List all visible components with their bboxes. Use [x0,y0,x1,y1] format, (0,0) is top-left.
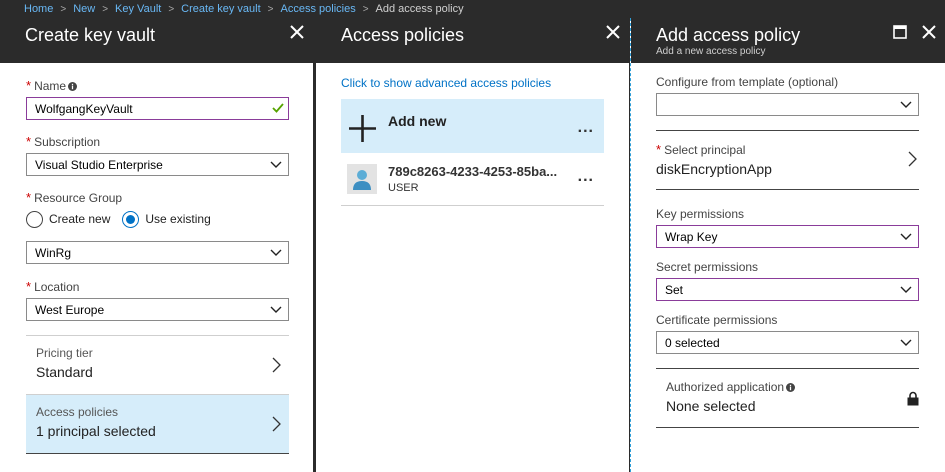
breadcrumb-separator: > [102,3,109,15]
chevron-right-icon [908,151,917,167]
subscription-value: Visual Studio Enterprise [35,158,163,172]
key-permissions-dropdown[interactable]: Wrap Key [656,225,919,248]
template-label: Configure from template (optional) [656,75,839,89]
authorized-application-item: Authorized application None selected [656,369,919,428]
required-asterisk: * [656,142,662,157]
breadcrumb-separator: > [267,3,274,15]
create-new-label[interactable]: Create new [49,212,110,226]
close-icon[interactable] [605,24,621,40]
select-principal-item[interactable]: * Select principal diskEncryptionApp [656,131,919,190]
plus-icon [349,114,376,142]
pricing-tier-item[interactable]: Pricing tier Standard [26,335,289,394]
resource-group-label: * Resource Group [26,190,123,205]
blade-header: Create key vault [0,18,313,63]
access-policies-item[interactable]: Access policies 1 principal selected [26,394,289,453]
required-asterisk: * [26,78,32,93]
chevron-down-icon [270,306,282,313]
breadcrumb-add-access-policy: Add access policy [375,3,464,15]
chevron-down-icon [270,249,282,256]
info-icon[interactable] [786,383,796,392]
policy-type: USER [388,182,419,194]
checkmark-icon [272,103,284,113]
create-new-radio[interactable] [26,210,43,228]
lock-icon [907,391,919,406]
chevron-down-icon [900,339,912,346]
pricing-tier-value: Standard [36,364,93,380]
key-permissions-value: Wrap Key [665,230,718,244]
chevron-down-icon [900,101,912,108]
name-input-value: WolfgangKeyVault [35,102,133,116]
add-access-policy-blade: Add access policy Add a new access polic… [630,18,945,472]
close-icon[interactable] [289,24,305,40]
breadcrumb-key-vault[interactable]: Key Vault [115,3,161,15]
resource-group-value: WinRg [35,246,72,260]
breadcrumb-separator: > [362,3,369,15]
name-label: * Name [26,78,289,93]
access-policies-blade: Access policies Click to show advanced a… [316,18,629,472]
chevron-down-icon [270,161,282,168]
required-asterisk: * [26,279,32,294]
blade-header: Access policies [316,18,629,63]
breadcrumb-separator: > [168,3,175,15]
template-dropdown[interactable] [656,93,919,116]
breadcrumb-access-policies[interactable]: Access policies [281,3,356,15]
maximize-icon[interactable] [893,25,907,39]
blade-subtitle: Add a new access policy [656,46,766,57]
secret-permissions-value: Set [665,283,684,297]
chevron-down-icon [900,286,912,293]
certificate-permissions-value: 0 selected [665,336,720,350]
show-advanced-policies-link[interactable]: Click to show advanced access policies [341,76,604,90]
breadcrumb-home[interactable]: Home [24,3,53,15]
more-options-icon[interactable]: ... [578,169,594,185]
certificate-permissions-label: Certificate permissions [656,313,778,327]
location-dropdown[interactable]: West Europe [26,298,289,321]
divider [26,453,289,454]
chevron-right-icon [272,416,281,432]
resource-group-dropdown[interactable]: WinRg [26,241,289,264]
subscription-dropdown[interactable]: Visual Studio Enterprise [26,153,289,176]
blade-header: Add access policy Add a new access polic… [631,18,945,63]
use-existing-label[interactable]: Use existing [145,212,210,226]
more-options-icon[interactable]: ... [578,120,594,136]
policy-text: 789c8263-4233-4253-85ba... USER [388,164,557,194]
key-permissions-label: Key permissions [656,207,745,221]
certificate-permissions-dropdown[interactable]: 0 selected [656,331,919,354]
access-policies-label: Access policies [36,405,119,419]
policy-name: 789c8263-4233-4253-85ba... [388,164,558,179]
chevron-down-icon [900,233,912,240]
use-existing-radio[interactable] [122,210,140,228]
add-new-button[interactable]: Add new ... [341,99,604,153]
required-asterisk: * [26,190,32,205]
principal-label: * Select principal [656,142,746,157]
breadcrumb: Home > New > Key Vault > Create key vault > … [0,0,945,18]
blade-title: Create key vault [25,25,156,45]
policy-row[interactable]: 789c8263-4233-4253-85ba... USER ... [341,153,604,206]
name-input[interactable]: WolfgangKeyVault [26,97,289,120]
access-policies-value: 1 principal selected [36,423,156,439]
breadcrumb-separator: > [60,3,67,15]
authorized-app-label: Authorized application [666,380,919,394]
resource-group-radio-group: Create new Use existing [26,209,289,229]
close-icon[interactable] [921,24,937,40]
pricing-tier-label: Pricing tier [36,346,93,360]
secret-permissions-dropdown[interactable]: Set [656,278,919,301]
chevron-right-icon [272,357,281,373]
location-value: West Europe [35,303,105,317]
add-new-label: Add new [388,113,447,129]
authorized-app-value: None selected [666,398,756,414]
blade-title: Access policies [341,25,465,45]
info-icon[interactable] [68,82,78,91]
subscription-label: * Subscription [26,134,101,149]
user-icon [347,164,377,194]
principal-value: diskEncryptionApp [656,161,772,177]
secret-permissions-label: Secret permissions [656,260,759,274]
create-key-vault-blade: Create key vault * Name WolfgangKeyVault … [0,18,313,472]
breadcrumb-create-key-vault[interactable]: Create key vault [181,3,260,15]
required-asterisk: * [26,134,32,149]
breadcrumb-new[interactable]: New [73,3,95,15]
location-label: * Location [26,279,80,294]
